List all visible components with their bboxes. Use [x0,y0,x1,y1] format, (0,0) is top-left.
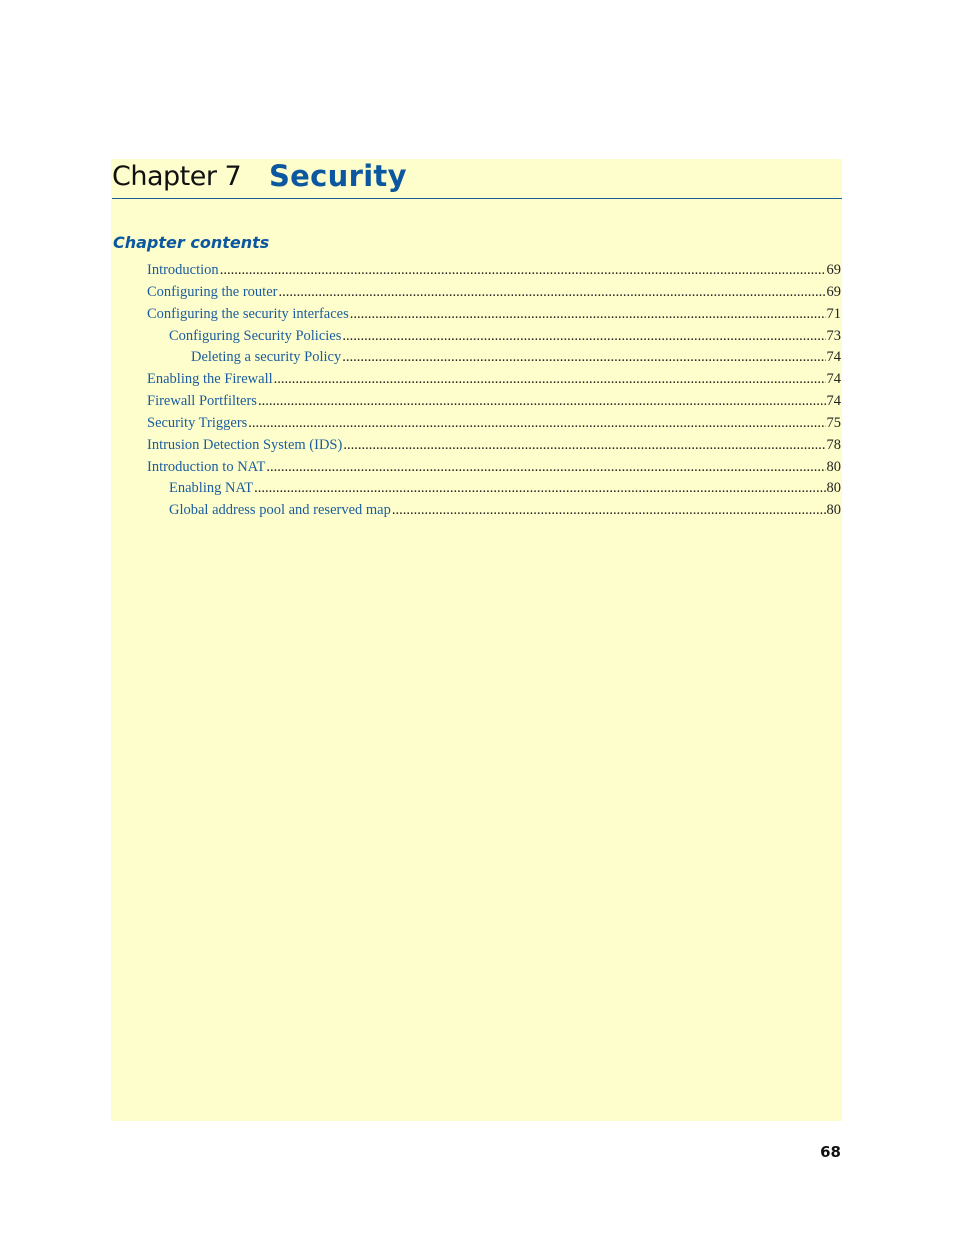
toc-entry[interactable]: Enabling the Firewall 74 [147,371,841,389]
toc-entry[interactable]: Configuring Security Policies 73 [169,328,841,346]
toc-entry-title[interactable]: Firewall Portfilters [147,393,257,410]
toc-entry-title[interactable]: Global address pool and reserved map [169,502,391,519]
chapter-title: Security [269,159,407,193]
toc-entry-page[interactable]: 74 [827,349,842,366]
toc-entry-title[interactable]: Deleting a security Policy [191,349,341,366]
toc-leader-dots [248,415,825,432]
toc-leader-dots [392,502,826,519]
toc-entry-title[interactable]: Configuring the router [147,284,277,301]
toc-entry-page[interactable]: 80 [827,459,842,476]
toc-entry-title[interactable]: Intrusion Detection System (IDS) [147,437,342,454]
toc-entry-page[interactable]: 75 [827,415,842,432]
toc-leader-dots [258,393,826,410]
toc-entry-title[interactable]: Security Triggers [147,415,247,432]
toc-entry[interactable]: Introduction to NAT 80 [147,459,841,477]
toc-entry[interactable]: Global address pool and reserved map 80 [169,502,841,520]
toc-entry[interactable]: Firewall Portfilters 74 [147,393,841,411]
toc-leader-dots [342,349,825,366]
toc-entry-title[interactable]: Configuring the security interfaces [147,306,349,323]
toc-entry-page[interactable]: 74 [827,371,842,388]
toc-entry[interactable]: Introduction 69 [147,262,841,280]
toc-entry[interactable]: Enabling NAT 80 [169,480,841,498]
chapter-label: Chapter 7 [112,161,242,192]
toc-entry-page[interactable]: 80 [827,502,842,519]
toc-entry-title[interactable]: Enabling the Firewall [147,371,273,388]
chapter-header: Chapter 7 Security [112,159,842,199]
toc-entry-title[interactable]: Introduction to NAT [147,459,265,476]
toc-entry[interactable]: Configuring the router 69 [147,284,841,302]
toc-entry[interactable]: Configuring the security interfaces 71 [147,306,841,324]
toc-entry[interactable]: Deleting a security Policy 74 [191,349,841,367]
toc-leader-dots [343,437,825,454]
toc-leader-dots [220,262,826,279]
toc-entry-page[interactable]: 78 [827,437,842,454]
toc-leader-dots [254,480,825,497]
toc-entry[interactable]: Security Triggers 75 [147,415,841,433]
toc-entry-title[interactable]: Introduction [147,262,219,279]
toc-entry-page[interactable]: 69 [827,262,842,279]
toc-entry-page[interactable]: 73 [827,328,842,345]
toc-leader-dots [278,284,825,301]
toc-entry-title[interactable]: Configuring Security Policies [169,328,341,345]
toc-entry-page[interactable]: 69 [827,284,842,301]
toc-entry-page[interactable]: 71 [827,306,842,323]
page-number: 68 [820,1143,841,1161]
toc-entry[interactable]: Intrusion Detection System (IDS) 78 [147,437,841,455]
toc-entry-page[interactable]: 74 [827,393,842,410]
toc-entry-page[interactable]: 80 [827,480,842,497]
chapter-panel [111,159,842,1121]
contents-heading: Chapter contents [113,233,270,252]
toc-entry-title[interactable]: Enabling NAT [169,480,253,497]
toc-leader-dots [342,328,825,345]
toc-leader-dots [266,459,825,476]
toc-leader-dots [350,306,826,323]
toc-leader-dots [274,371,826,388]
